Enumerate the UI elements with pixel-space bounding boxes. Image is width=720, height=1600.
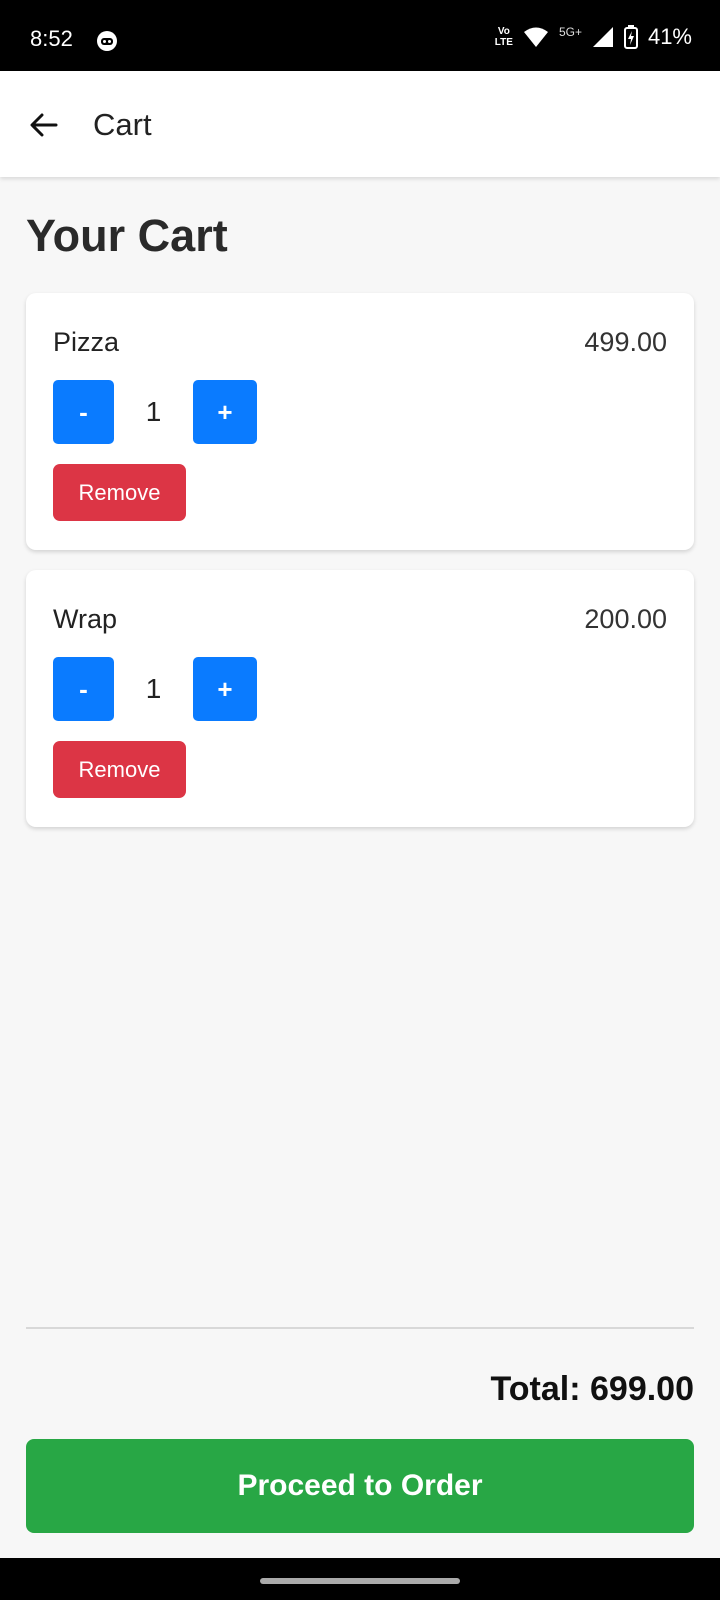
battery-percentage: 41% xyxy=(647,24,692,49)
wifi-icon xyxy=(523,27,548,47)
summary-divider xyxy=(26,1327,694,1329)
remove-item-button[interactable]: Remove xyxy=(53,464,186,521)
back-arrow-icon[interactable] xyxy=(28,109,60,141)
item-price: 200.00 xyxy=(584,604,667,634)
increase-quantity-button[interactable]: + xyxy=(193,657,257,721)
volte-icon: Vo LTE xyxy=(494,26,513,48)
decrease-quantity-button[interactable]: - xyxy=(53,380,114,444)
cell-signal-icon xyxy=(592,27,613,47)
battery-charging-icon xyxy=(623,25,638,49)
status-bar: 8:52 Vo LTE 5G+ 41% xyxy=(0,0,720,71)
app-bar-title: Cart xyxy=(93,107,152,142)
decrease-quantity-button[interactable]: - xyxy=(53,657,114,721)
cart-item-card: Pizza 499.00 - 1 + Remove xyxy=(26,293,694,550)
proceed-to-order-button[interactable]: Proceed to Order xyxy=(26,1439,694,1533)
status-time: 8:52 xyxy=(30,26,73,51)
quantity-value: 1 xyxy=(145,673,162,704)
app-notification-icon xyxy=(97,31,117,51)
home-gesture-handle[interactable] xyxy=(260,1578,460,1584)
system-nav-bar xyxy=(0,1558,720,1600)
page-title: Your Cart xyxy=(26,210,228,261)
app-bar: Cart xyxy=(0,71,720,177)
quantity-value: 1 xyxy=(145,396,162,427)
cart-total: Total: 699.00 xyxy=(490,1370,694,1408)
item-price: 499.00 xyxy=(584,327,667,357)
status-indicators: Vo LTE 5G+ 41% xyxy=(495,24,692,50)
item-name: Wrap xyxy=(53,604,118,634)
item-name: Pizza xyxy=(53,327,120,357)
network-type-label: 5G+ xyxy=(558,25,582,39)
cart-item-card: Wrap 200.00 - 1 + Remove xyxy=(26,570,694,827)
increase-quantity-button[interactable]: + xyxy=(193,380,257,444)
remove-item-button[interactable]: Remove xyxy=(53,741,186,798)
